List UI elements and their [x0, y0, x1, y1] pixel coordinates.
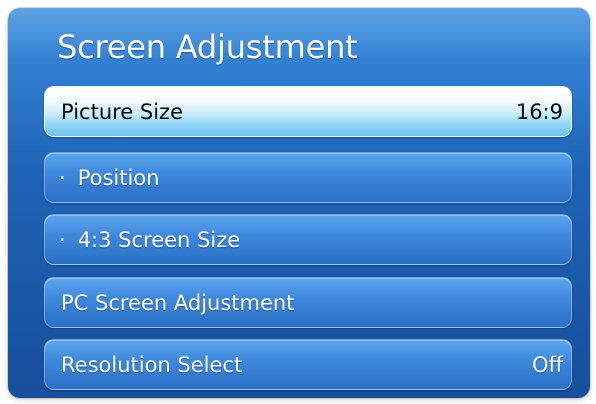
- menu-item-4-3-screen-size[interactable]: · 4:3 Screen Size: [44, 214, 572, 265]
- menu-item-text: 4:3 Screen Size: [77, 227, 241, 252]
- page-title: Screen Adjustment: [57, 28, 358, 66]
- menu-item-picture-size[interactable]: Picture Size 16:9: [44, 86, 572, 137]
- bullet-icon: ·: [59, 227, 66, 252]
- menu-item-text: Position: [77, 165, 160, 190]
- menu-item-label: PC Screen Adjustment: [61, 290, 295, 315]
- menu-item-value: 16:9: [515, 99, 563, 124]
- menu-item-value: Off: [532, 352, 563, 377]
- menu-item-label: Picture Size: [61, 99, 184, 124]
- bullet-icon: ·: [59, 165, 66, 190]
- screen-adjustment-panel: Screen Adjustment Picture Size 16:9 · Pos…: [8, 8, 590, 398]
- menu-item-resolution-select[interactable]: Resolution Select Off: [44, 339, 572, 390]
- menu-item-label: · 4:3 Screen Size: [59, 228, 240, 252]
- menu-item-label: · Position: [59, 166, 159, 190]
- menu-item-label: Resolution Select: [61, 352, 243, 377]
- menu-item-position[interactable]: · Position: [44, 152, 572, 203]
- menu-item-pc-screen-adjustment[interactable]: PC Screen Adjustment: [44, 277, 572, 328]
